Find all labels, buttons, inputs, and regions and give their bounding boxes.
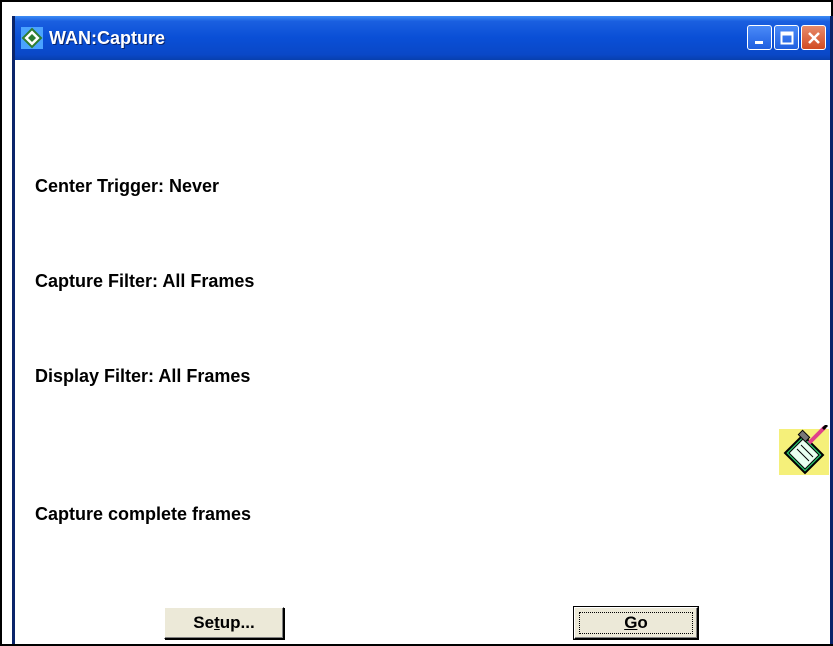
close-button[interactable]	[801, 25, 826, 50]
setup-label-suffix: up...	[219, 613, 255, 632]
setup-button[interactable]: Se t up...	[164, 607, 284, 639]
minimize-button[interactable]	[747, 25, 772, 50]
go-label-mnemonic: G	[624, 613, 638, 632]
go-label-suffix: o	[637, 613, 648, 632]
title-bar[interactable]: WAN:Capture	[15, 16, 830, 60]
minimize-icon	[754, 40, 763, 44]
center-trigger-label: Center Trigger: Never	[35, 176, 220, 196]
maximize-button[interactable]	[774, 25, 799, 50]
maximize-icon	[780, 31, 793, 44]
window-client-area: Center Trigger: Never Capture Filter: Al…	[15, 60, 830, 644]
close-icon	[807, 31, 820, 44]
go-button[interactable]: Go	[573, 606, 699, 640]
window-title: WAN:Capture	[49, 27, 165, 48]
notepad-pencil-icon[interactable]	[779, 425, 829, 475]
screen-frame: WAN:Capture Center Trigger: Never Captur…	[0, 0, 833, 646]
setup-label-prefix: Se	[193, 613, 215, 632]
display-filter-label: Display Filter: All Frames	[35, 366, 251, 386]
capture-mode-label: Capture complete frames	[35, 504, 252, 524]
diamond-capture-icon	[21, 27, 43, 49]
capture-window: WAN:Capture Center Trigger: Never Captur…	[12, 16, 833, 644]
capture-filter-label: Capture Filter: All Frames	[35, 271, 255, 291]
window-controls	[747, 25, 826, 50]
